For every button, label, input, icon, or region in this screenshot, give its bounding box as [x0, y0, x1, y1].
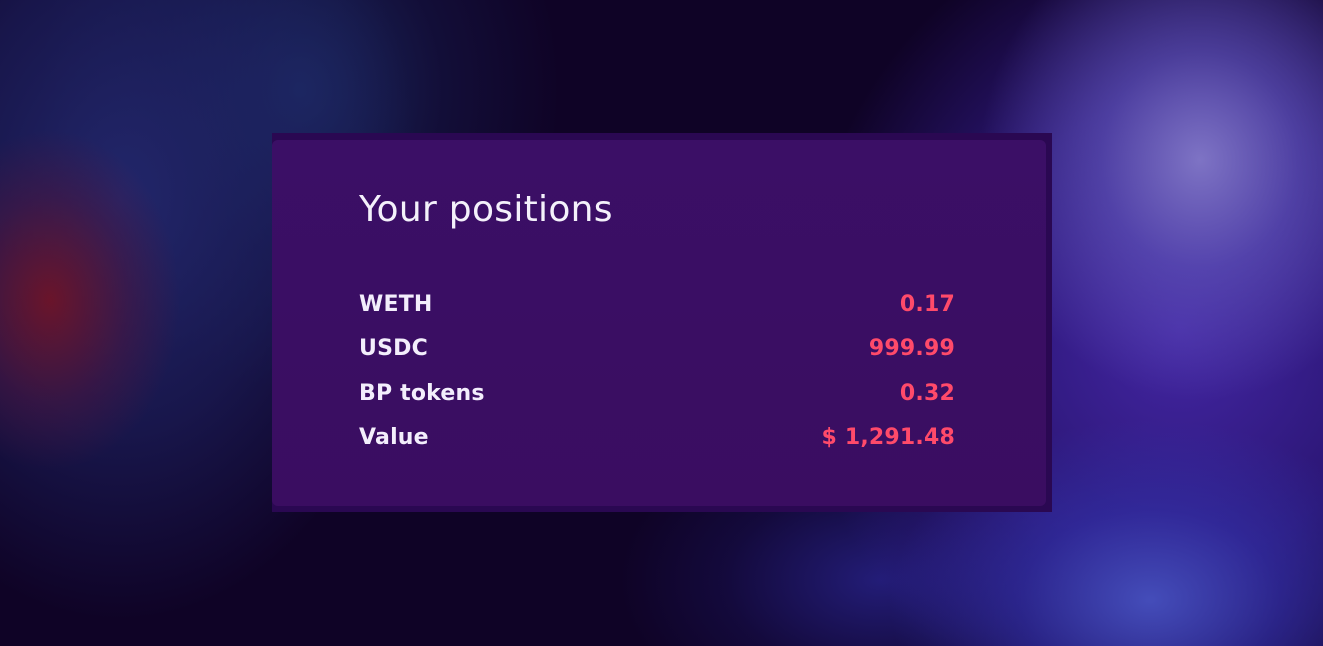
positions-card: Your positions WETH 0.17 USDC 999.99 BP …	[272, 140, 1046, 506]
position-label: USDC	[359, 336, 428, 362]
total-value: $ 1,291.48	[821, 425, 955, 451]
position-row-usdc: USDC 999.99	[359, 327, 955, 372]
position-label: WETH	[359, 291, 433, 317]
page-background: { "card": { "title": "Your positions", "…	[0, 0, 1323, 646]
position-row-value: Value $ 1,291.48	[359, 416, 955, 461]
card-title: Your positions	[359, 189, 613, 230]
positions-card-frame: Your positions WETH 0.17 USDC 999.99 BP …	[272, 133, 1052, 512]
position-value: 0.17	[899, 291, 955, 317]
position-label: BP tokens	[359, 380, 485, 406]
positions-list: WETH 0.17 USDC 999.99 BP tokens 0.32 Val…	[359, 282, 955, 460]
position-row-bp-tokens: BP tokens 0.32	[359, 371, 955, 416]
position-value: 0.32	[899, 380, 955, 406]
position-label: Value	[359, 425, 429, 451]
position-row-weth: WETH 0.17	[359, 282, 955, 327]
position-value: 999.99	[868, 336, 955, 362]
